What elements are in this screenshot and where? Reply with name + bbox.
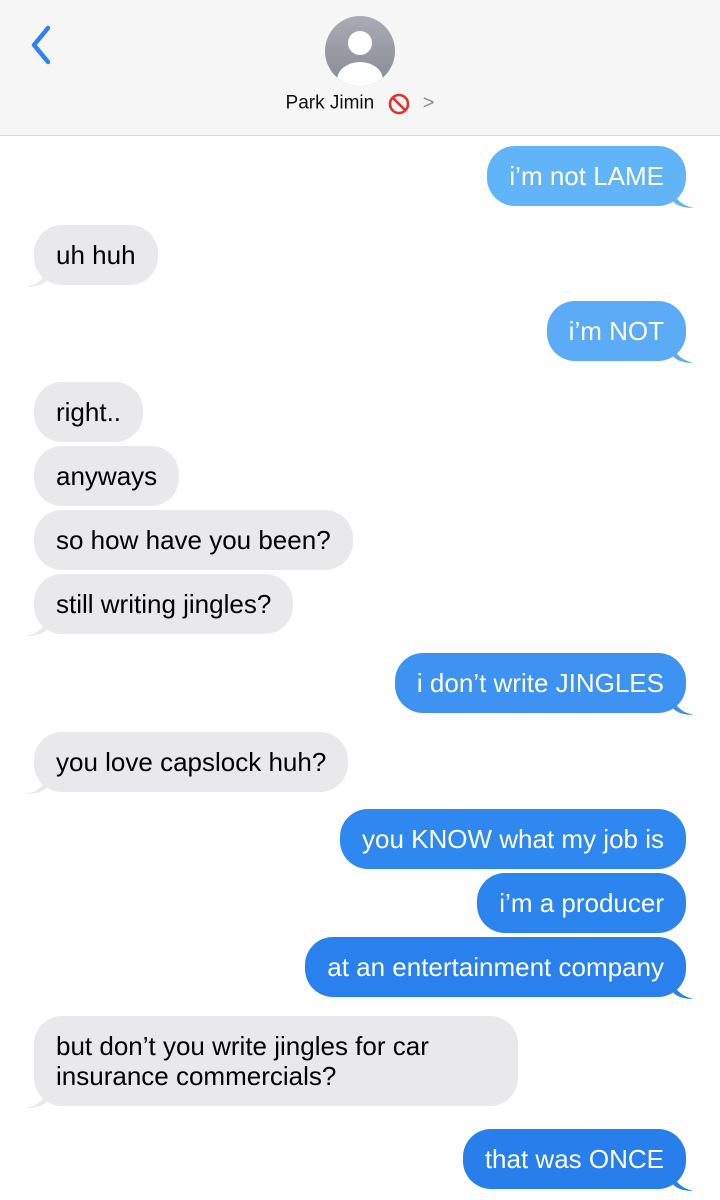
message-text: i’m a producer [499, 888, 664, 918]
message-text: anyways [56, 461, 158, 491]
message-text: you love capslock huh? [56, 747, 327, 777]
contact-name-button[interactable]: Park Jimin > [0, 92, 720, 115]
bubble-tail [672, 186, 694, 208]
message-bubble-outgoing[interactable]: at an entertainment company [305, 937, 694, 999]
message-bubble-outgoing[interactable]: that was ONCE [462, 1129, 694, 1191]
bubble-tail [26, 614, 48, 636]
message-bubble-incoming[interactable]: right.. [34, 382, 144, 442]
message-text: i don’t write JINGLES [416, 668, 664, 698]
chevron-right-icon: > [422, 92, 435, 114]
contact-name: Park Jimin [285, 92, 375, 114]
message-bubble-outgoing[interactable]: you KNOW what my job is [340, 809, 686, 869]
bubble-tail [672, 341, 694, 363]
message-bubble-outgoing[interactable]: i’m a producer [477, 873, 686, 933]
message-text-line: insurance commercials? [56, 1061, 337, 1091]
message-text: i’m NOT [568, 316, 664, 346]
message-bubble-incoming[interactable]: so how have you been? [34, 510, 353, 570]
chevron-left-icon [31, 25, 51, 65]
conversation-header: Park Jimin > [0, 0, 720, 136]
message-text: that was ONCE [484, 1144, 664, 1174]
bubble-tail [26, 772, 48, 794]
message-text-line: but don’t you write jingles for car [56, 1031, 429, 1061]
message-text: at an entertainment company [327, 952, 664, 982]
message-bubble-incoming[interactable]: anyways [34, 446, 180, 506]
back-button[interactable] [26, 22, 58, 68]
message-text: still writing jingles? [56, 589, 272, 619]
bubble-tail [26, 265, 48, 287]
bubble-tail [26, 1086, 48, 1108]
bubble-tail [672, 693, 694, 715]
message-bubble-outgoing[interactable]: i’m not LAME [487, 146, 694, 208]
message-bubble-outgoing[interactable]: i’m NOT [546, 301, 694, 363]
contact-avatar[interactable] [325, 16, 395, 86]
bubble-tail [672, 977, 694, 999]
prohibited-icon [388, 93, 409, 114]
message-text: i’m not LAME [509, 161, 664, 191]
bubble-tail [672, 1169, 694, 1191]
message-bubble-incoming[interactable]: still writing jingles? [26, 574, 294, 636]
message-bubble-incoming[interactable]: you love capslock huh? [26, 732, 349, 794]
message-text: so how have you been? [56, 525, 331, 555]
message-bubble-outgoing[interactable]: i don’t write JINGLES [394, 653, 694, 715]
person-icon [337, 31, 383, 86]
message-text: right.. [56, 397, 122, 427]
message-text: you KNOW what my job is [362, 824, 664, 854]
message-bubble-incoming[interactable]: but don’t you write jingles for car insu… [26, 1016, 518, 1108]
message-bubble-incoming[interactable]: uh huh [26, 225, 158, 287]
message-text: uh huh [56, 240, 136, 270]
